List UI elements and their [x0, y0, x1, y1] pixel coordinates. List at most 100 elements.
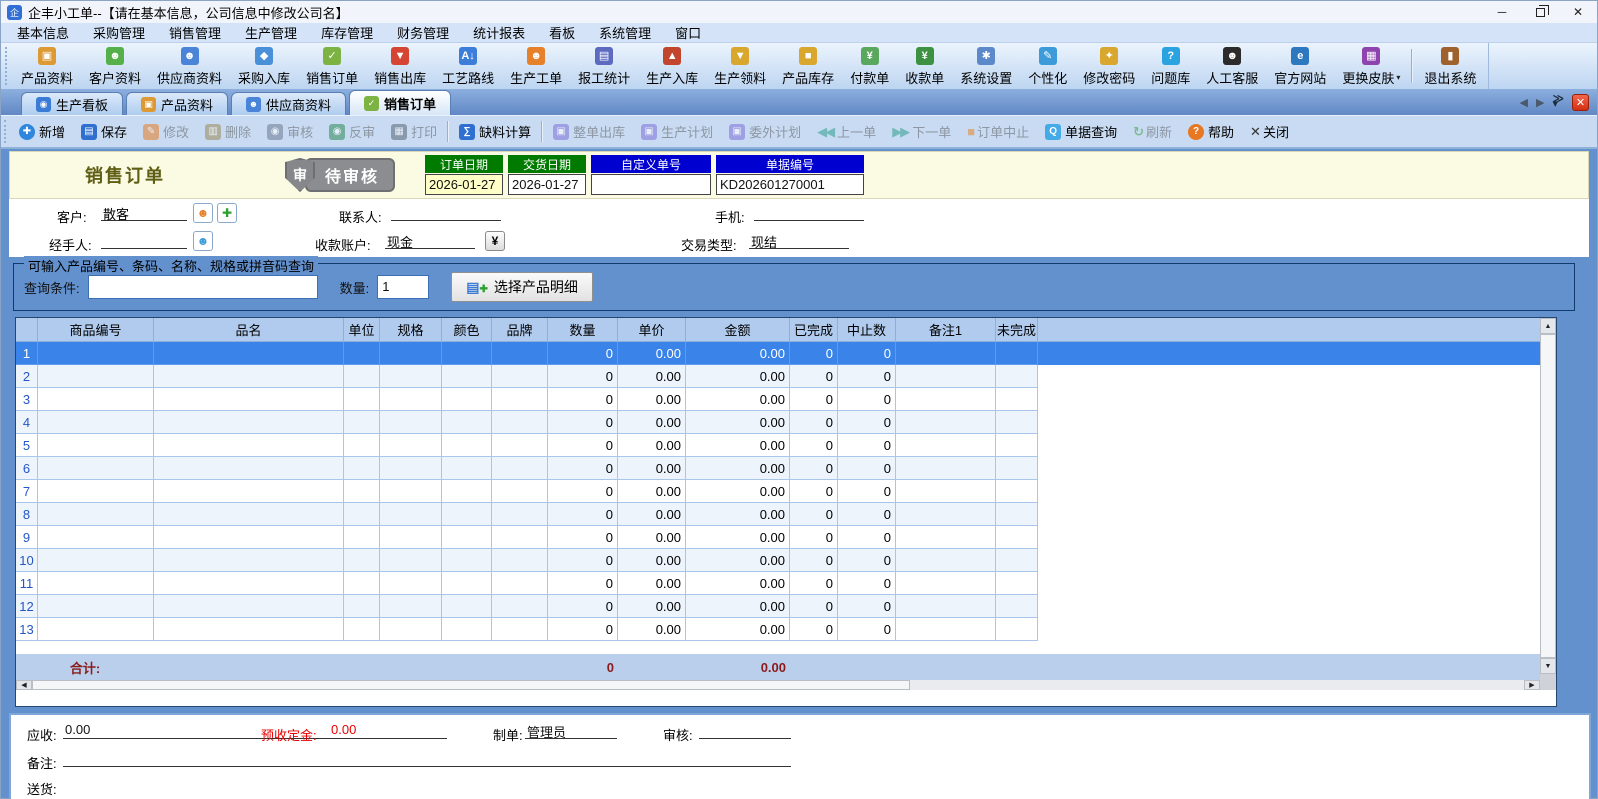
toolbar-button-system-settings[interactable]: ✱ 系统设置	[952, 43, 1020, 89]
cell-颜色[interactable]	[442, 595, 492, 618]
table-row[interactable]: 1100.000.0000	[16, 572, 1540, 595]
cell-数量[interactable]: 0	[548, 411, 618, 434]
cell-已完成[interactable]: 0	[790, 342, 838, 365]
cell-数量[interactable]: 0	[548, 457, 618, 480]
cell-品名[interactable]	[154, 503, 344, 526]
customer-field[interactable]: 散客	[101, 204, 187, 221]
menu-item-finance-mgmt[interactable]: 财务管理	[385, 23, 461, 42]
cell-中止数[interactable]: 0	[838, 480, 896, 503]
action-button-outsource-plan[interactable]: ▣ 委外计划	[721, 116, 809, 147]
horizontal-scrollbar[interactable]: ◀ ▶	[16, 680, 1540, 690]
qty-input[interactable]: 1	[377, 275, 429, 299]
cell-金额[interactable]: 0.00	[686, 572, 790, 595]
action-button-edit[interactable]: ✎ 修改	[135, 116, 197, 147]
toolbar-button-personalization[interactable]: ✎ 个性化	[1020, 43, 1075, 89]
cell-已完成[interactable]: 0	[790, 365, 838, 388]
cell-单价[interactable]: 0.00	[618, 365, 686, 388]
cell-品牌[interactable]	[492, 526, 548, 549]
action-button-doc-query[interactable]: Q 单据查询	[1037, 116, 1125, 147]
cell-已完成[interactable]: 0	[790, 549, 838, 572]
cell-单价[interactable]: 0.00	[618, 526, 686, 549]
cell-品名[interactable]	[154, 549, 344, 572]
cell-颜色[interactable]	[442, 434, 492, 457]
note-field[interactable]	[63, 750, 791, 767]
cell-品牌[interactable]	[492, 595, 548, 618]
cell-品名[interactable]	[154, 388, 344, 411]
cell-未完成[interactable]	[996, 549, 1038, 572]
table-row[interactable]: 500.000.0000	[16, 434, 1540, 457]
cell-数量[interactable]: 0	[548, 388, 618, 411]
menu-item-inventory-mgmt[interactable]: 库存管理	[309, 23, 385, 42]
tab-scroll-right-icon[interactable]: ▶	[1536, 96, 1544, 109]
cell-颜色[interactable]	[442, 549, 492, 572]
cell-备注1[interactable]	[896, 595, 996, 618]
cell-品名[interactable]	[154, 411, 344, 434]
doc-field-delivery-date-value[interactable]: 2026-01-27	[508, 174, 586, 195]
cell-数量[interactable]: 0	[548, 365, 618, 388]
currency-button[interactable]: ¥	[485, 231, 505, 251]
cell-商品编号[interactable]	[38, 526, 154, 549]
cell-颜色[interactable]	[442, 618, 492, 641]
cell-颜色[interactable]	[442, 342, 492, 365]
cell-规格[interactable]	[380, 572, 442, 595]
cell-金额[interactable]: 0.00	[686, 503, 790, 526]
cell-单价[interactable]: 0.00	[618, 572, 686, 595]
tab-list-chevron-icon[interactable]: ≫▾	[1552, 97, 1564, 107]
customer-add-button[interactable]: ✚	[217, 203, 237, 223]
toolbar-button-sales-outbound[interactable]: ▼ 销售出库	[366, 43, 434, 89]
cell-中止数[interactable]: 0	[838, 411, 896, 434]
menu-item-basic-info[interactable]: 基本信息	[5, 23, 81, 42]
handler-picker-button[interactable]: ☻	[193, 231, 213, 251]
cell-单位[interactable]	[344, 549, 380, 572]
action-button-print[interactable]: ▦ 打印	[383, 116, 445, 147]
cell-单价[interactable]: 0.00	[618, 595, 686, 618]
cell-已完成[interactable]: 0	[790, 457, 838, 480]
cell-备注1[interactable]	[896, 434, 996, 457]
phone-field[interactable]	[754, 204, 864, 221]
cell-已完成[interactable]: 0	[790, 480, 838, 503]
tab-supplier-info[interactable]: ☻ 供应商资料	[231, 92, 346, 115]
cell-备注1[interactable]	[896, 365, 996, 388]
deposit-field[interactable]: 0.00	[329, 722, 447, 739]
table-row[interactable]: 1000.000.0000	[16, 549, 1540, 572]
cell-单位[interactable]	[344, 434, 380, 457]
cell-规格[interactable]	[380, 526, 442, 549]
cell-金额[interactable]: 0.00	[686, 457, 790, 480]
cell-已完成[interactable]: 0	[790, 526, 838, 549]
action-button-help[interactable]: ? 帮助	[1180, 116, 1242, 147]
cell-规格[interactable]	[380, 503, 442, 526]
cell-商品编号[interactable]	[38, 503, 154, 526]
cell-规格[interactable]	[380, 618, 442, 641]
cell-规格[interactable]	[380, 388, 442, 411]
cell-商品编号[interactable]	[38, 342, 154, 365]
action-button-save[interactable]: ▤ 保存	[73, 116, 135, 147]
cell-品牌[interactable]	[492, 411, 548, 434]
cell-品牌[interactable]	[492, 618, 548, 641]
cell-金额[interactable]: 0.00	[686, 618, 790, 641]
cell-商品编号[interactable]	[38, 618, 154, 641]
cell-规格[interactable]	[380, 411, 442, 434]
tab-sales-order[interactable]: ✓ 销售订单	[349, 90, 451, 115]
cell-品牌[interactable]	[492, 457, 548, 480]
cell-商品编号[interactable]	[38, 595, 154, 618]
action-button-close[interactable]: ✕ 关闭	[1242, 116, 1297, 147]
action-button-prev-order[interactable]: ◀◀ 上一单	[809, 116, 884, 147]
cell-品牌[interactable]	[492, 434, 548, 457]
toolbar-button-product-info[interactable]: ▣ 产品资料	[13, 43, 81, 89]
cell-中止数[interactable]: 0	[838, 549, 896, 572]
cell-未完成[interactable]	[996, 572, 1038, 595]
search-input[interactable]	[88, 275, 318, 299]
cell-品名[interactable]	[154, 434, 344, 457]
restore-button[interactable]	[1521, 1, 1559, 23]
cell-未完成[interactable]	[996, 434, 1038, 457]
cell-品名[interactable]	[154, 526, 344, 549]
action-button-abort-order[interactable]: ■ 订单中止	[959, 116, 1037, 147]
cell-备注1[interactable]	[896, 480, 996, 503]
cell-单位[interactable]	[344, 342, 380, 365]
minimize-button[interactable]: ─	[1483, 1, 1521, 23]
toolbar-button-supplier-info[interactable]: ☻ 供应商资料	[149, 43, 230, 89]
cell-备注1[interactable]	[896, 411, 996, 434]
cell-单位[interactable]	[344, 618, 380, 641]
table-row[interactable]: 900.000.0000	[16, 526, 1540, 549]
table-row[interactable]: 1200.000.0000	[16, 595, 1540, 618]
